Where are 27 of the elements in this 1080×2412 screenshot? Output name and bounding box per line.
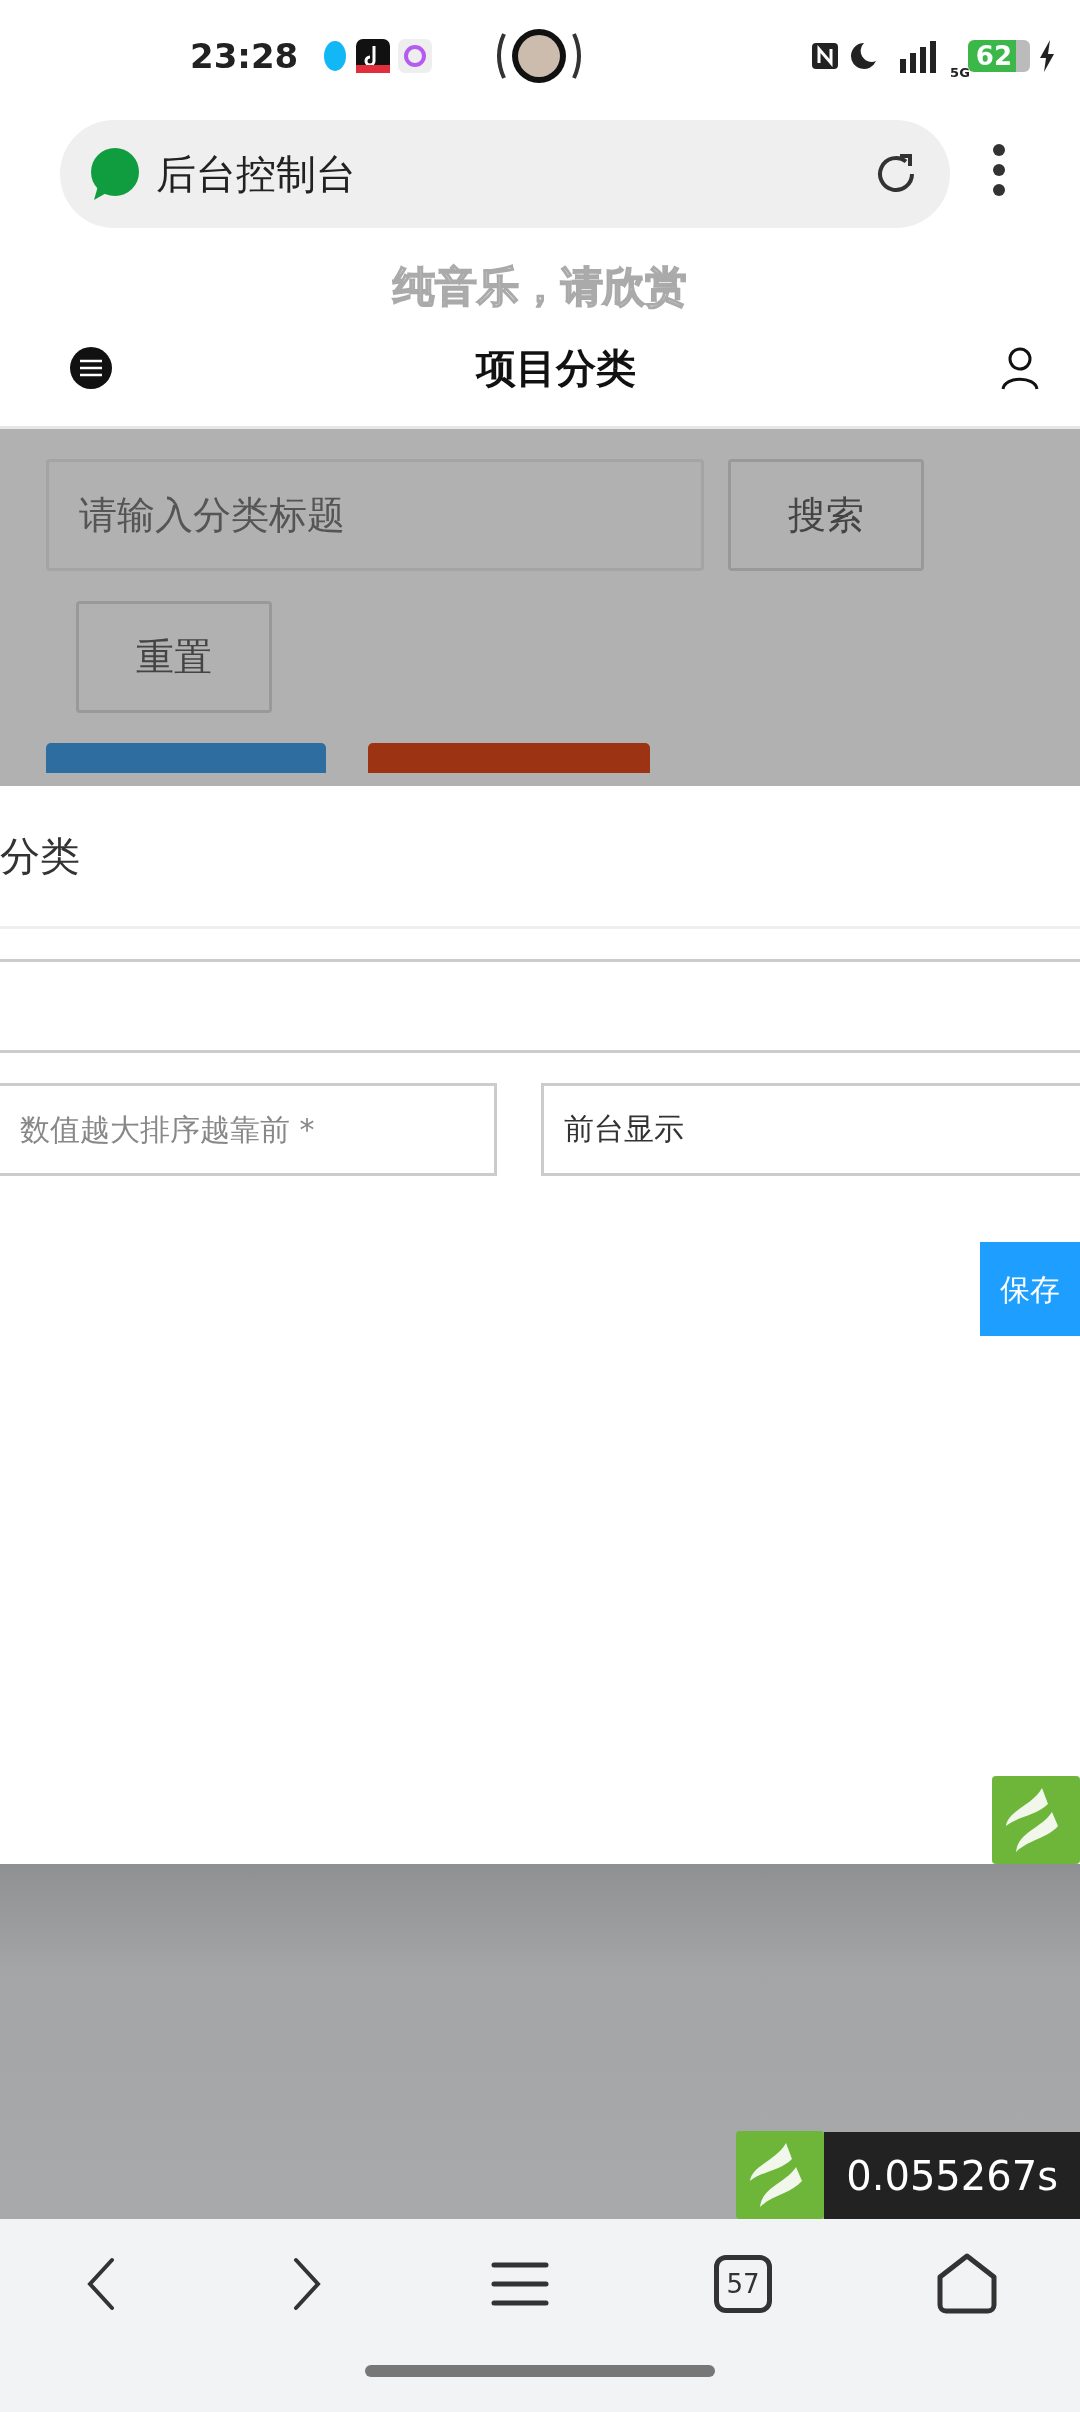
page-heading: 项目分类 bbox=[476, 344, 636, 393]
network-type: 5G bbox=[950, 64, 970, 83]
user-icon[interactable] bbox=[1000, 346, 1040, 390]
sort-field[interactable]: 数值越大排序越靠前 * bbox=[0, 1083, 497, 1176]
page-title: 后台控制台 bbox=[156, 150, 356, 199]
app-icon bbox=[398, 39, 433, 73]
site-logo-icon bbox=[90, 148, 140, 200]
search-button[interactable]: 搜索 bbox=[728, 459, 924, 571]
display-select[interactable]: 前台显示 bbox=[541, 1083, 1080, 1176]
timer-label: 0.055267s bbox=[824, 2132, 1080, 2219]
menu-icon[interactable] bbox=[70, 347, 112, 389]
modal-title: 分类 bbox=[0, 833, 80, 879]
charging-icon bbox=[1038, 40, 1056, 72]
music-app-icon bbox=[356, 39, 391, 73]
lyrics-overlay: 纯音乐，请欣赏 bbox=[393, 261, 687, 313]
input-field[interactable] bbox=[0, 959, 1080, 1053]
home-icon[interactable] bbox=[936, 2253, 998, 2315]
moon-icon bbox=[848, 41, 879, 71]
battery-cap-icon bbox=[1016, 40, 1030, 72]
more-menu-icon[interactable] bbox=[992, 143, 1006, 197]
flame-logo-icon bbox=[736, 2131, 825, 2219]
tabs-button[interactable]: 57 bbox=[714, 2255, 772, 2313]
search-field[interactable]: 请输入分类标题 bbox=[46, 459, 704, 571]
reset-button[interactable]: 重置 bbox=[76, 601, 272, 713]
status-time: 23:28 bbox=[190, 34, 299, 78]
nfc-icon bbox=[810, 41, 841, 71]
address-bar[interactable]: 后台控制台 bbox=[60, 120, 950, 228]
